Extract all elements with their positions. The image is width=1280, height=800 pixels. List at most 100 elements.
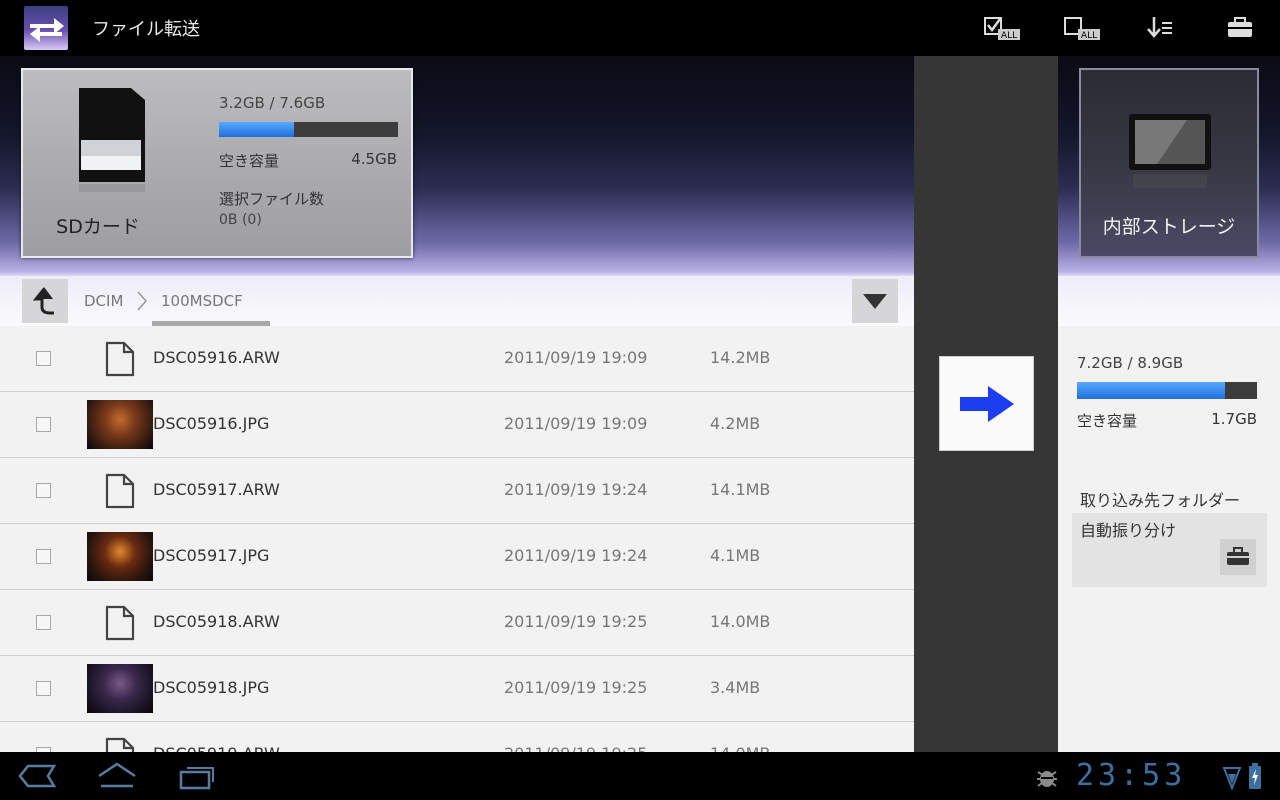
destination-folder-label: 取り込み先フォルダー [1080,491,1241,510]
up-arrow-icon [32,287,54,315]
home-button[interactable] [94,758,140,794]
arrow-right-icon [959,385,1014,422]
destination-capacity: 7.2GB / 8.9GB [1077,354,1184,372]
sd-card-icon [79,88,145,192]
action-bar: ファイル転送 ALL ALL [0,0,1280,56]
source-capacity: 3.2GB / 7.6GB [219,94,326,112]
toolbox-icon [1227,547,1249,565]
file-icon [105,473,135,509]
toolbox-button[interactable] [1216,10,1264,46]
file-date: 2011/09/19 19:24 [504,546,648,565]
file-row[interactable]: DSC05918.JPG 2011/09/19 19:25 3.4MB [0,656,914,722]
breadcrumb: DCIM 100MSDCF [0,276,914,326]
chevron-right-icon [137,291,148,311]
back-button[interactable] [14,758,60,794]
destination-capacity-bar [1077,382,1257,399]
wifi-signal-icon [1222,767,1242,790]
usb-debug-icon [1037,771,1057,787]
clock: 23:53 [1076,758,1187,793]
source-capacity-bar-fill [219,122,295,137]
file-row[interactable]: DSC05918.ARW 2011/09/19 19:25 14.0MB [0,590,914,656]
file-size: 3.4MB [710,678,761,697]
destination-capacity-bar-fill [1077,382,1225,399]
file-row[interactable]: DSC05919.ARW 2011/09/19 19:25 14.0MB [0,722,914,752]
source-free-label: 空き容量 [219,152,280,170]
file-checkbox[interactable] [36,483,51,498]
file-name: DSC05917.ARW [153,480,280,499]
destination-folder-field[interactable]: 自動振り分け [1072,513,1267,587]
home-icon [98,762,136,788]
destination-folder-value: 自動振り分け [1080,521,1177,540]
file-row[interactable]: DSC05916.ARW 2011/09/19 19:09 14.2MB [0,326,914,392]
file-size: 14.1MB [710,480,771,499]
file-row[interactable]: DSC05917.ARW 2011/09/19 19:24 14.1MB [0,458,914,524]
triangle-down-icon [863,294,887,309]
source-capacity-bar [219,122,398,137]
file-name: DSC05918.JPG [153,678,270,697]
deselect-all-button[interactable]: ALL [1058,10,1106,46]
file-name: DSC05919.ARW [153,744,280,752]
back-icon [18,764,57,788]
file-size: 14.2MB [710,348,771,367]
selected-files-value: 0B (0) [219,212,262,228]
file-checkbox[interactable] [36,417,51,432]
file-row[interactable]: DSC05917.JPG 2011/09/19 19:24 4.1MB [0,524,914,590]
file-icon [105,341,135,377]
system-bar: 23:53 [0,752,1280,800]
image-thumbnail [87,664,153,713]
internal-storage-icon [1129,114,1211,188]
image-thumbnail [87,532,153,581]
destination-storage-card[interactable]: 内部ストレージ [1079,68,1259,258]
file-date: 2011/09/19 19:25 [504,744,647,752]
svg-text:ALL: ALL [1081,31,1097,41]
file-size: 14.0MB [710,612,771,631]
selected-files-label: 選択ファイル数 [219,190,325,208]
source-storage-card[interactable]: SDカード 3.2GB / 7.6GB 空き容量 4.5GB 選択ファイル数 0… [21,68,413,258]
destination-panel-header [1058,276,1280,326]
image-thumbnail [87,400,153,449]
file-date: 2011/09/19 19:24 [504,480,648,499]
file-name: DSC05916.JPG [153,414,270,433]
select-all-icon: ALL [984,17,1020,41]
destination-free-value: 1.7GB [1211,410,1257,428]
breadcrumb-item-dcim[interactable]: DCIM [84,292,123,310]
file-size: 4.1MB [710,546,761,565]
source-free-value: 4.5GB [351,150,397,168]
transfer-button[interactable] [939,356,1034,451]
destination-free-label: 空き容量 [1077,412,1138,430]
file-size: 14.0MB [710,744,770,752]
folder-settings-button[interactable] [1220,539,1256,575]
file-name: DSC05918.ARW [153,612,280,631]
file-row[interactable]: DSC05916.JPG 2011/09/19 19:09 4.2MB [0,392,914,458]
sort-icon [1147,17,1172,38]
file-date: 2011/09/19 19:25 [504,678,648,697]
breadcrumb-item-current[interactable]: 100MSDCF [161,292,243,310]
file-name: DSC05916.ARW [153,348,280,367]
file-date: 2011/09/19 19:09 [504,348,648,367]
source-storage-name: SDカード [56,216,140,238]
file-checkbox[interactable] [36,549,51,564]
file-date: 2011/09/19 19:09 [504,414,648,433]
up-folder-button[interactable] [22,279,68,323]
file-checkbox[interactable] [36,615,51,630]
file-date: 2011/09/19 19:25 [504,612,648,631]
svg-text:ALL: ALL [1001,31,1017,41]
recent-apps-button[interactable] [174,758,220,794]
recent-apps-icon [179,767,214,790]
file-transfer-app-icon[interactable] [24,6,68,50]
file-list[interactable]: DSC05916.ARW 2011/09/19 19:09 14.2MB DSC059… [0,326,914,752]
folder-dropdown-button[interactable] [852,279,898,323]
deselect-all-icon: ALL [1064,17,1100,41]
file-checkbox[interactable] [36,681,51,696]
sort-button[interactable] [1136,10,1184,46]
toolbox-icon [1228,17,1252,37]
file-size: 4.2MB [710,414,761,433]
file-icon [105,605,135,641]
file-name: DSC05917.JPG [153,546,270,565]
app-title: ファイル転送 [92,19,200,40]
file-checkbox[interactable] [36,351,51,366]
select-all-button[interactable]: ALL [978,10,1026,46]
destination-panel: 7.2GB / 8.9GB 空き容量 1.7GB 取り込み先フォルダー 自動振り… [1058,276,1280,752]
destination-storage-name: 内部ストレージ [1102,216,1236,238]
file-icon [105,737,135,752]
